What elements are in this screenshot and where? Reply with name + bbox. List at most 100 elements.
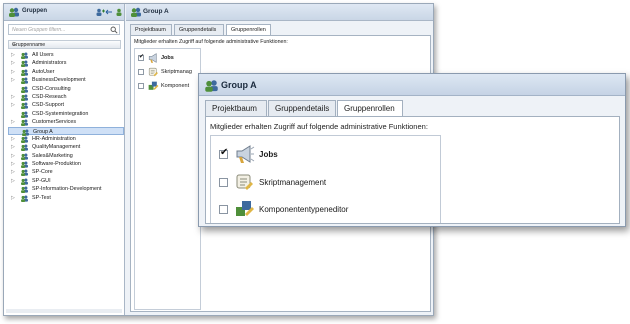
roles-info-text: Mitglieder erhalten Zugriff auf folgende… xyxy=(210,122,428,131)
tab-projektbaum[interactable]: Projektbaum xyxy=(130,24,172,35)
group-icon xyxy=(21,119,28,127)
expand-arrow-icon[interactable]: ▷ xyxy=(11,69,15,75)
jobs-megaphone-icon xyxy=(236,145,255,163)
group-tree-item[interactable]: ▷ SP-Test xyxy=(8,194,124,202)
group-icon xyxy=(21,60,28,68)
group-tree-item[interactable]: ▷ CSD-Reseach xyxy=(8,93,124,101)
group-icon xyxy=(21,52,28,59)
group-detail-title: Group A xyxy=(143,8,169,15)
group-icon xyxy=(9,7,19,17)
group-tree-item-label: SP-GUI xyxy=(32,177,51,184)
role-item-jobs[interactable]: ✔ Jobs xyxy=(138,52,200,64)
group-tree-item[interactable]: Group A xyxy=(8,126,124,136)
expand-arrow-icon[interactable]: ▷ xyxy=(11,102,15,108)
component-editor-icon xyxy=(236,201,254,216)
group-icon xyxy=(21,161,28,169)
role-checkbox-jobs[interactable]: ✔ xyxy=(138,54,144,61)
group-search-input[interactable]: Neuen Gruppen filtern... xyxy=(8,24,120,35)
expand-arrow-icon[interactable]: ▷ xyxy=(11,119,15,125)
group-name-column-header[interactable]: Gruppenname ∨ xyxy=(8,40,121,49)
role-checkbox-skriptmanagement[interactable] xyxy=(219,178,228,187)
group-icon xyxy=(131,7,141,17)
groups-panel: Gruppen Neuen Gruppen filtern... Gruppen… xyxy=(4,4,125,315)
group-icon xyxy=(21,195,28,202)
group-tree-item-label: Group A xyxy=(33,128,53,135)
group-tree-item[interactable]: CSD-Consulting xyxy=(8,85,124,93)
group-tree-item[interactable]: ▷ All Users xyxy=(8,51,124,59)
role-label-komponententypeneditor: Komponent xyxy=(161,83,190,89)
role-label-skriptmanagement: Skriptmanagement xyxy=(259,178,327,187)
sort-arrow-icon[interactable]: ∨ xyxy=(12,42,118,48)
tab-gruppendetails[interactable]: Gruppendetails xyxy=(174,24,224,35)
group-tree-item[interactable]: ▷ SP-Core xyxy=(8,168,124,177)
expand-arrow-icon[interactable]: ▷ xyxy=(11,77,15,83)
group-icon xyxy=(21,170,28,177)
group-tree-item[interactable]: ▷ AutoUser xyxy=(8,68,124,76)
group-icon xyxy=(21,69,28,76)
group-tree-item-label: SP-Test xyxy=(32,194,51,201)
group-tree-item-label: Sales&Marketing xyxy=(32,152,73,159)
group-search-placeholder: Neuen Gruppen filtern... xyxy=(12,27,66,33)
jobs-megaphone-icon xyxy=(148,53,157,63)
role-checkbox-komponententypeneditor[interactable] xyxy=(138,83,144,89)
expand-arrow-icon[interactable]: ▷ xyxy=(11,144,15,150)
group-tree-item[interactable]: ▷ Software-Produktion xyxy=(8,160,124,169)
role-item-jobs[interactable]: ✔ Jobs xyxy=(219,143,419,165)
group-icon xyxy=(21,186,28,194)
group-icon xyxy=(21,136,28,143)
group-tree-item[interactable]: ▷ BusinessDevelopment xyxy=(8,76,124,85)
group-tree-item[interactable]: ▷ CustomerServices xyxy=(8,118,124,127)
expand-arrow-icon[interactable]: ▷ xyxy=(11,60,15,66)
add-group-icon[interactable] xyxy=(96,8,105,16)
role-checkbox-jobs[interactable]: ✔ xyxy=(219,147,228,159)
expand-arrow-icon[interactable]: ▷ xyxy=(11,136,15,142)
role-item-komponententypeneditor[interactable]: Komponent xyxy=(138,80,200,92)
role-item-skriptmanagement[interactable]: Skriptmanagement xyxy=(219,171,419,193)
role-label-jobs: Jobs xyxy=(161,55,174,61)
group-tree-item[interactable]: ▷ Administrators xyxy=(8,59,124,68)
role-checkbox-komponententypeneditor[interactable] xyxy=(219,205,228,214)
group-tree-item[interactable]: CSD-Systemintegration xyxy=(8,110,124,118)
sync-group-icon[interactable] xyxy=(105,8,114,16)
group-tree-item-label: CSD-Support xyxy=(32,102,65,109)
expand-arrow-icon[interactable]: ▷ xyxy=(11,52,15,58)
group-tree: ▷ All Users ▷ Administrators ▷ AutoUser ▷ Busin… xyxy=(8,51,124,202)
role-label-jobs: Jobs xyxy=(259,150,278,159)
group-icon xyxy=(21,178,28,185)
expand-arrow-icon[interactable]: ▷ xyxy=(11,94,15,100)
expand-arrow-icon[interactable]: ▷ xyxy=(11,195,15,201)
script-scroll-icon xyxy=(236,174,253,190)
tab-gruppendetails[interactable]: Gruppendetails xyxy=(268,100,336,116)
group-tree-item-label: Software-Produktion xyxy=(32,161,81,168)
search-icon[interactable] xyxy=(110,26,118,34)
group-tree-item[interactable]: ▷ HR-Administration xyxy=(8,135,124,143)
expand-arrow-icon[interactable]: ▷ xyxy=(11,153,15,159)
expand-arrow-icon[interactable]: ▷ xyxy=(11,169,15,175)
group-tree-item-label: All Users xyxy=(32,52,54,58)
role-label-skriptmanagement: Skriptmanag xyxy=(161,69,192,75)
role-checkbox-skriptmanagement[interactable] xyxy=(138,69,144,75)
groups-panel-title: Gruppen xyxy=(22,8,47,14)
role-item-komponententypeneditor[interactable]: Komponententypeneditor xyxy=(219,198,419,220)
group-icon xyxy=(21,111,28,118)
group-settings-icon[interactable] xyxy=(114,8,123,16)
group-tree-item[interactable]: ▷ CSD-Support xyxy=(8,101,124,110)
group-tree-item-label: Administrators xyxy=(32,60,67,67)
group-tree-item[interactable]: ▷ QualityManagement xyxy=(8,143,124,152)
group-icon xyxy=(21,144,28,152)
role-item-skriptmanagement[interactable]: Skriptmanag xyxy=(138,66,200,78)
group-tree-item[interactable]: SP-Information-Development xyxy=(8,185,124,194)
expand-arrow-icon[interactable]: ▷ xyxy=(11,178,15,184)
expand-arrow-icon[interactable]: ▷ xyxy=(11,161,15,167)
group-tree-item[interactable]: ▷ SP-GUI xyxy=(8,177,124,185)
group-tree-item[interactable]: ▷ Sales&Marketing xyxy=(8,152,124,160)
zoom-header: Group A xyxy=(199,74,625,96)
group-icon xyxy=(21,153,28,160)
group-icon xyxy=(21,86,28,93)
horizontal-scrollbar[interactable] xyxy=(6,309,122,313)
tab-gruppenrollen[interactable]: Gruppenrollen xyxy=(337,100,403,117)
group-tree-item-label: BusinessDevelopment xyxy=(32,77,86,84)
group-tree-item-label: HR-Administration xyxy=(32,135,76,142)
tab-projektbaum[interactable]: Projektbaum xyxy=(205,100,267,116)
zoom-title: Group A xyxy=(221,80,257,90)
